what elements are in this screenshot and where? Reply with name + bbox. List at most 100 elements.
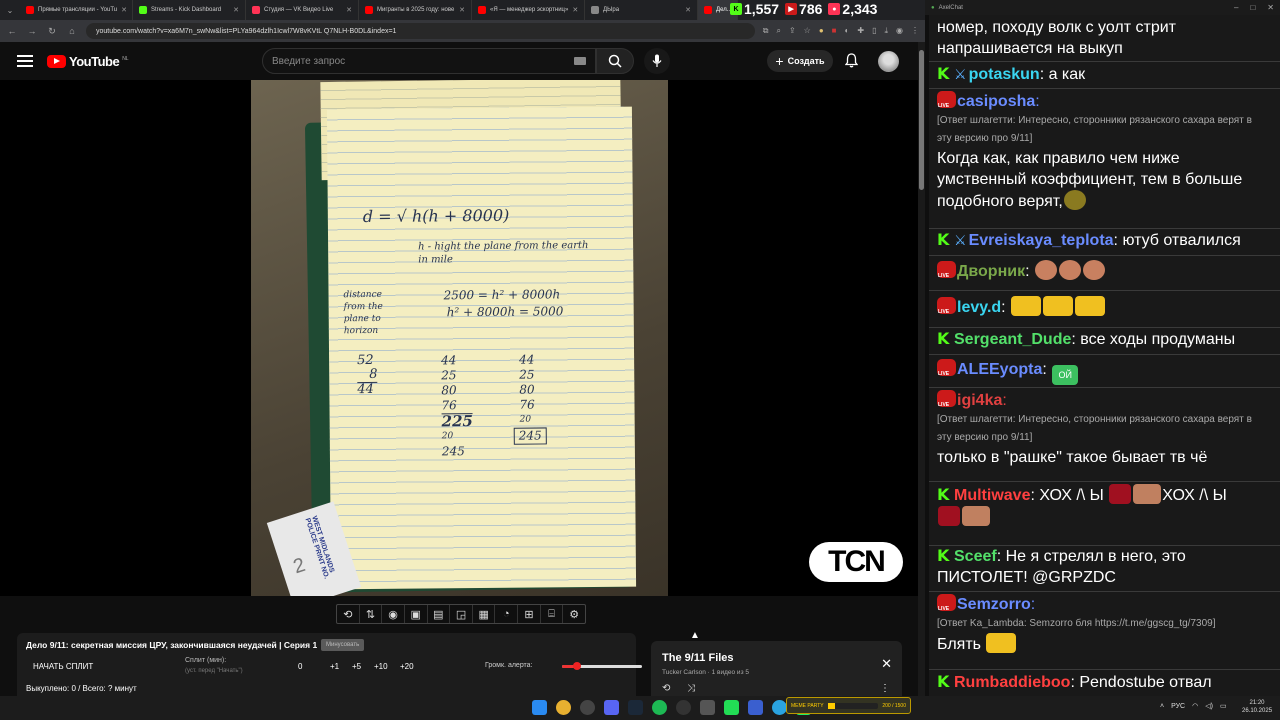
sort-icon[interactable]: ⇅	[360, 605, 383, 623]
browser-tab[interactable]: Прямые трансляции - YouTu ✕	[20, 0, 133, 20]
username[interactable]: Evreiskaya_teplota	[969, 232, 1114, 249]
more-icon[interactable]: ⋮	[880, 683, 890, 694]
app-icon[interactable]	[724, 700, 739, 715]
clock[interactable]: 21:20 26.10.2025	[1242, 699, 1272, 715]
browser-tab[interactable]: Мигранты в 2025 году: нове ✕	[359, 0, 472, 20]
extension-icon[interactable]: ●	[819, 26, 824, 36]
share-icon[interactable]: ⇪	[789, 26, 796, 36]
youtube-logo[interactable]: YouTube NL	[47, 54, 129, 69]
username[interactable]: Multiwave	[954, 487, 1030, 504]
menu-dots-icon[interactable]: ⋮	[911, 26, 919, 36]
screenshot-icon[interactable]: ▣	[405, 605, 428, 623]
add-20-button[interactable]: +20	[400, 662, 414, 671]
extension-icon[interactable]: ■	[832, 26, 837, 36]
puzzle-icon[interactable]: ✚	[857, 26, 864, 36]
steam-icon[interactable]	[628, 700, 643, 715]
add-1-button[interactable]: +1	[330, 662, 339, 671]
chevron-up-icon[interactable]: ˄	[1160, 703, 1164, 710]
zoom-icon[interactable]: ⌕	[776, 26, 780, 36]
notifications-button[interactable]	[844, 53, 859, 73]
reload-icon[interactable]: ↻	[46, 26, 58, 37]
menu-icon[interactable]	[17, 55, 33, 67]
windows-start-icon[interactable]	[532, 700, 547, 715]
start-split-button[interactable]: НАЧАТЬ СПЛИТ	[33, 662, 93, 671]
url-field[interactable]: youtube.com/watch?v=xa6M7n_swNw&list=PLY…	[86, 23, 755, 39]
loop-icon[interactable]: ⟲	[662, 683, 670, 694]
home-icon[interactable]: ⌂	[66, 26, 78, 36]
minimize-icon[interactable]: –	[1234, 3, 1238, 12]
username[interactable]: potaskun	[969, 66, 1040, 83]
bookmark-star-icon[interactable]: ☆	[804, 26, 811, 36]
browser-tab[interactable]: ДЫра ✕	[585, 0, 698, 20]
add-icon[interactable]: ⊞	[518, 605, 541, 623]
close-icon[interactable]: ✕	[346, 6, 352, 14]
create-button[interactable]: + Создать	[767, 50, 833, 72]
obs-icon[interactable]	[580, 700, 595, 715]
video-player[interactable]: d = √ h(h + 8000) h - hight the plane fr…	[0, 80, 918, 596]
keyboard-icon[interactable]	[574, 57, 586, 65]
wifi-icon[interactable]: ◠	[1192, 702, 1198, 710]
search-button[interactable]	[596, 48, 634, 74]
extension-icon[interactable]: ◐	[845, 26, 850, 36]
username[interactable]: Sceef	[954, 548, 997, 565]
close-icon[interactable]: ✕	[121, 6, 127, 14]
username[interactable]: ALEEyopta	[957, 361, 1042, 378]
browser-tab[interactable]: «Я — менеджер эскортниц» ✕	[472, 0, 585, 20]
loop-icon[interactable]: ⟲	[337, 605, 360, 623]
settings-icon[interactable]: ⚙	[563, 605, 585, 623]
username[interactable]: igi4ka	[957, 392, 1002, 409]
username[interactable]: Дворник	[957, 263, 1025, 280]
add-5-button[interactable]: +5	[352, 662, 361, 671]
back-icon[interactable]: ←	[6, 26, 18, 36]
pip-icon[interactable]: ◲	[450, 605, 473, 623]
frame-icon[interactable]: ▦	[473, 605, 496, 623]
browser-tab[interactable]: Streams - Kick Dashboard ✕	[133, 0, 246, 20]
sidebar-icon[interactable]: ▯	[872, 26, 876, 36]
scrollbar-thumb[interactable]	[919, 50, 924, 190]
forward-icon[interactable]: →	[26, 26, 38, 36]
discord-icon[interactable]	[604, 700, 619, 715]
tab-list-button[interactable]: ⌄	[0, 6, 20, 15]
browser-tab[interactable]: Студия — VK Видео Live ✕	[246, 0, 359, 20]
download-icon[interactable]: ⤓	[884, 26, 888, 36]
username[interactable]: Semzorro	[957, 596, 1031, 613]
split-panel: Дело 9/11: секретная миссия ЦРУ, закончи…	[17, 633, 642, 696]
username[interactable]: Rumbaddieboo	[954, 674, 1070, 691]
avatar[interactable]	[878, 51, 899, 72]
camera-icon[interactable]: ⌸	[541, 605, 564, 623]
add-10-button[interactable]: +10	[374, 662, 388, 671]
app-icon[interactable]	[748, 700, 763, 715]
page-scrollbar[interactable]	[918, 42, 925, 696]
close-icon[interactable]: ✕	[685, 6, 691, 14]
install-icon[interactable]: ⧉	[763, 26, 769, 36]
close-icon[interactable]: ✕	[459, 6, 465, 14]
spotify-icon[interactable]	[652, 700, 667, 715]
search-input[interactable]: Введите запрос	[262, 48, 596, 74]
close-icon[interactable]: ✕	[1267, 3, 1274, 12]
speed-icon[interactable]: ◔	[495, 605, 519, 623]
shuffle-icon[interactable]: ⤨	[687, 683, 695, 694]
volume-icon[interactable]: ◁)	[1205, 702, 1213, 710]
username[interactable]: casiposha	[957, 93, 1035, 110]
app-icon[interactable]	[700, 700, 715, 715]
profile-icon[interactable]: ◉	[896, 26, 903, 36]
minus-button[interactable]: Минусовать	[321, 639, 365, 651]
alert-volume-slider[interactable]	[562, 662, 642, 670]
username[interactable]: levy.d	[957, 299, 1001, 316]
chrome-icon[interactable]	[556, 700, 571, 715]
voice-search-button[interactable]	[644, 48, 670, 74]
username[interactable]: Sergeant_Dude	[954, 331, 1071, 348]
app-icon[interactable]	[676, 700, 691, 715]
slider-knob[interactable]	[573, 662, 581, 670]
playlist-title[interactable]: The 9/11 Files	[662, 652, 734, 664]
cinema-icon[interactable]: ▤	[428, 605, 451, 623]
close-icon[interactable]: ✕	[572, 6, 578, 14]
close-icon[interactable]: ✕	[881, 656, 892, 672]
telegram-icon[interactable]	[772, 700, 787, 715]
battery-icon[interactable]: ▭	[1220, 702, 1227, 710]
audio-icon[interactable]: ◉	[382, 605, 405, 623]
maximize-icon[interactable]: □	[1250, 3, 1255, 12]
emote-icon	[1011, 296, 1042, 316]
close-icon[interactable]: ✕	[233, 6, 239, 14]
language-indicator[interactable]: РУС	[1171, 703, 1185, 710]
